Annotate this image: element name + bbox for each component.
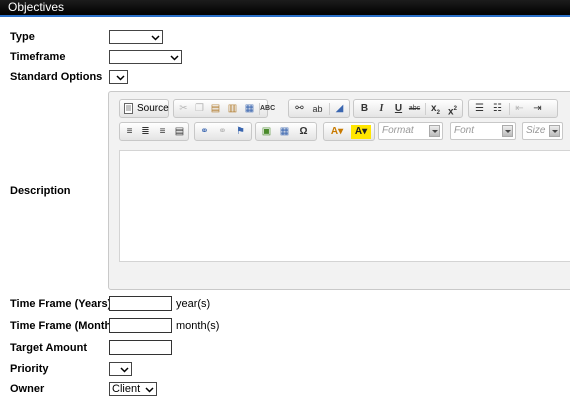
size-combo[interactable]: Size <box>522 122 563 140</box>
paste-text-icon[interactable]: ▥ <box>225 102 240 116</box>
years-unit-label: year(s) <box>176 298 211 310</box>
spellcheck-icon[interactable]: ABC <box>260 102 275 116</box>
image-icon[interactable]: ▣ <box>259 125 274 139</box>
chevron-down-icon <box>549 125 560 137</box>
bulleted-list-icon[interactable]: ☷ <box>490 102 505 116</box>
cut-icon[interactable]: ✂ <box>176 102 191 116</box>
outdent-icon[interactable]: ⇤ <box>512 102 527 116</box>
timeframe-select[interactable] <box>109 50 182 64</box>
standard-options-label: Standard Options <box>10 71 103 83</box>
background-color-icon[interactable]: A▾ <box>351 125 371 139</box>
chevron-down-icon <box>145 387 154 393</box>
indent-icon[interactable]: ⇥ <box>530 102 545 116</box>
clipboard-group: ✂ ❐ ▤ ▥ ▦ ABC <box>173 99 275 118</box>
time-frame-months-label: Time Frame (Months) <box>10 320 122 332</box>
format-combo[interactable]: Format <box>378 122 443 140</box>
editor-toolbar-row-2: ≡ ≣ ≡ ▤ ⚭ ⚭ ⚑ ▣ ▦ Ω A▾ A▾ Format Font Si… <box>119 122 570 143</box>
chevron-down-icon <box>116 75 125 81</box>
link-icon[interactable]: ⚭ <box>197 125 212 139</box>
insert-group: ▣ ▦ Ω <box>255 122 317 141</box>
justify-icon[interactable]: ▤ <box>172 125 187 139</box>
unlink-icon[interactable]: ⚭ <box>215 125 230 139</box>
type-label: Type <box>10 31 35 43</box>
align-group: ≡ ≣ ≡ ▤ <box>119 122 189 141</box>
type-select[interactable] <box>109 30 163 44</box>
description-editor: Source ✂ ❐ ▤ ▥ ▦ ABC ⚯ ab ◢ B I U abc x2… <box>108 91 570 290</box>
time-frame-years-input[interactable] <box>109 296 172 311</box>
color-group: A▾ A▾ <box>323 122 375 141</box>
target-amount-input[interactable] <box>109 340 172 355</box>
find-icon[interactable]: ⚯ <box>292 102 307 116</box>
priority-select[interactable] <box>109 362 132 376</box>
paste-icon[interactable]: ▤ <box>208 102 223 116</box>
chevron-down-icon <box>502 125 513 137</box>
time-frame-months-input[interactable] <box>109 318 172 333</box>
find-group: ⚯ ab ◢ <box>288 99 350 118</box>
owner-label: Owner <box>10 383 45 395</box>
time-frame-years-label: Time Frame (Years) <box>10 298 112 310</box>
font-combo[interactable]: Font <box>450 122 516 140</box>
copy-icon[interactable]: ❐ <box>192 102 207 116</box>
replace-icon[interactable]: ab <box>310 102 325 116</box>
chevron-down-icon <box>170 55 179 61</box>
chevron-down-icon <box>429 125 440 137</box>
italic-icon[interactable]: I <box>374 102 389 116</box>
target-amount-label: Target Amount <box>10 342 87 354</box>
align-center-icon[interactable]: ≣ <box>138 125 153 139</box>
superscript-icon[interactable]: x2 <box>445 102 460 117</box>
align-right-icon[interactable]: ≡ <box>155 125 170 139</box>
strikethrough-icon[interactable]: abc <box>407 102 422 116</box>
editor-toolbar-row-1: Source ✂ ❐ ▤ ▥ ▦ ABC ⚯ ab ◢ B I U abc x2… <box>119 99 570 120</box>
basic-styles-group: B I U abc x2 x2 <box>353 99 463 118</box>
page-header: Objectives <box>0 0 570 17</box>
standard-options-select[interactable] <box>109 70 128 84</box>
special-char-icon[interactable]: Ω <box>296 125 311 139</box>
description-label: Description <box>10 185 71 197</box>
bold-icon[interactable]: B <box>357 102 372 116</box>
table-icon[interactable]: ▦ <box>277 125 292 139</box>
document-icon <box>124 103 133 114</box>
owner-select[interactable]: Client <box>109 382 157 396</box>
link-group: ⚭ ⚭ ⚑ <box>194 122 252 141</box>
anchor-icon[interactable]: ⚑ <box>233 125 248 139</box>
source-button[interactable]: Source <box>119 99 169 118</box>
timeframe-label: Timeframe <box>10 51 66 63</box>
page-title: Objectives <box>8 0 65 14</box>
paste-word-icon[interactable]: ▦ <box>242 102 257 116</box>
align-left-icon[interactable]: ≡ <box>122 125 137 139</box>
list-group: ☰ ☷ ⇤ ⇥ <box>468 99 558 118</box>
priority-label: Priority <box>10 363 49 375</box>
editor-content-area[interactable] <box>119 150 570 262</box>
text-color-icon[interactable]: A▾ <box>327 125 347 139</box>
months-unit-label: month(s) <box>176 320 220 332</box>
numbered-list-icon[interactable]: ☰ <box>472 102 487 116</box>
underline-icon[interactable]: U <box>391 102 406 116</box>
chevron-down-icon <box>151 35 160 41</box>
eraser-icon[interactable]: ◢ <box>332 102 347 116</box>
subscript-icon[interactable]: x2 <box>428 102 443 116</box>
chevron-down-icon <box>120 367 129 373</box>
